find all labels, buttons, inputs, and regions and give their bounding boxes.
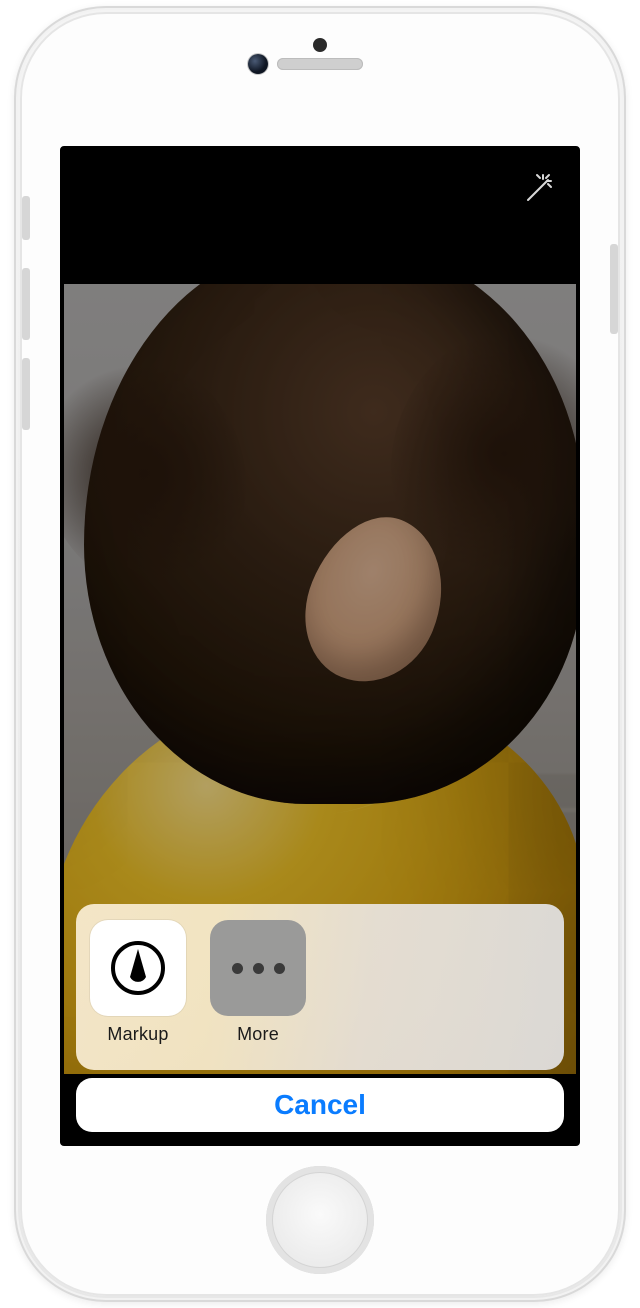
proximity-sensor xyxy=(313,38,327,52)
markup-icon xyxy=(90,920,186,1016)
front-camera xyxy=(248,54,268,74)
action-sheet-item-label: More xyxy=(210,1024,306,1045)
cancel-button-label: Cancel xyxy=(274,1089,366,1121)
cancel-button[interactable]: Cancel xyxy=(76,1078,564,1132)
earpiece-speaker xyxy=(277,58,363,70)
more-icon xyxy=(210,920,306,1016)
editor-top-bar xyxy=(64,150,576,284)
action-sheet-item-markup[interactable]: Markup xyxy=(90,920,186,1045)
home-button[interactable] xyxy=(266,1166,374,1274)
magic-wand-icon[interactable] xyxy=(522,172,556,206)
power-button xyxy=(610,244,618,334)
screen: Markup More Cancel xyxy=(60,146,580,1146)
action-sheet-item-label: Markup xyxy=(90,1024,186,1045)
iphone-frame: Markup More Cancel xyxy=(14,6,626,1302)
action-sheet: Markup More xyxy=(76,904,564,1070)
volume-up-button xyxy=(22,268,30,340)
mute-switch xyxy=(22,196,30,240)
volume-down-button xyxy=(22,358,30,430)
action-sheet-item-more[interactable]: More xyxy=(210,920,306,1045)
